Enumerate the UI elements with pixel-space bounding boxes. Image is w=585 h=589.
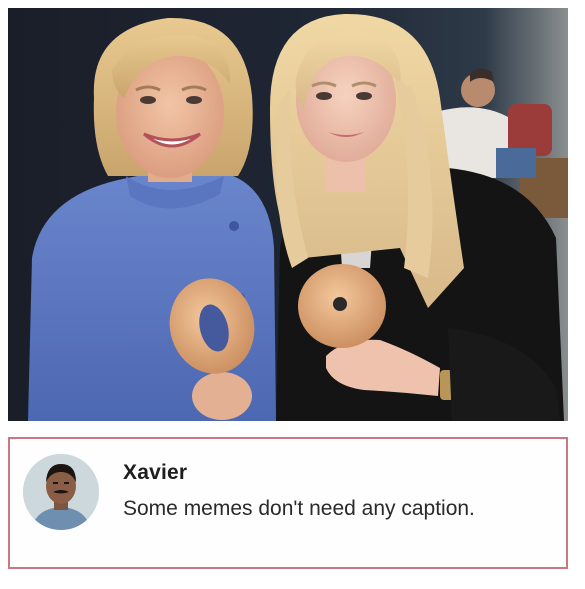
- user-avatar-icon: [23, 454, 99, 530]
- avatar[interactable]: [23, 454, 99, 530]
- donut-right: [298, 264, 386, 348]
- meme-photo: [8, 8, 568, 421]
- comment-card: Xavier Some memes don't need any caption…: [8, 437, 568, 569]
- commenter-name[interactable]: Xavier: [123, 461, 187, 485]
- comment-text: Some memes don't need any caption.: [123, 497, 475, 520]
- photo-illustration: [8, 8, 568, 421]
